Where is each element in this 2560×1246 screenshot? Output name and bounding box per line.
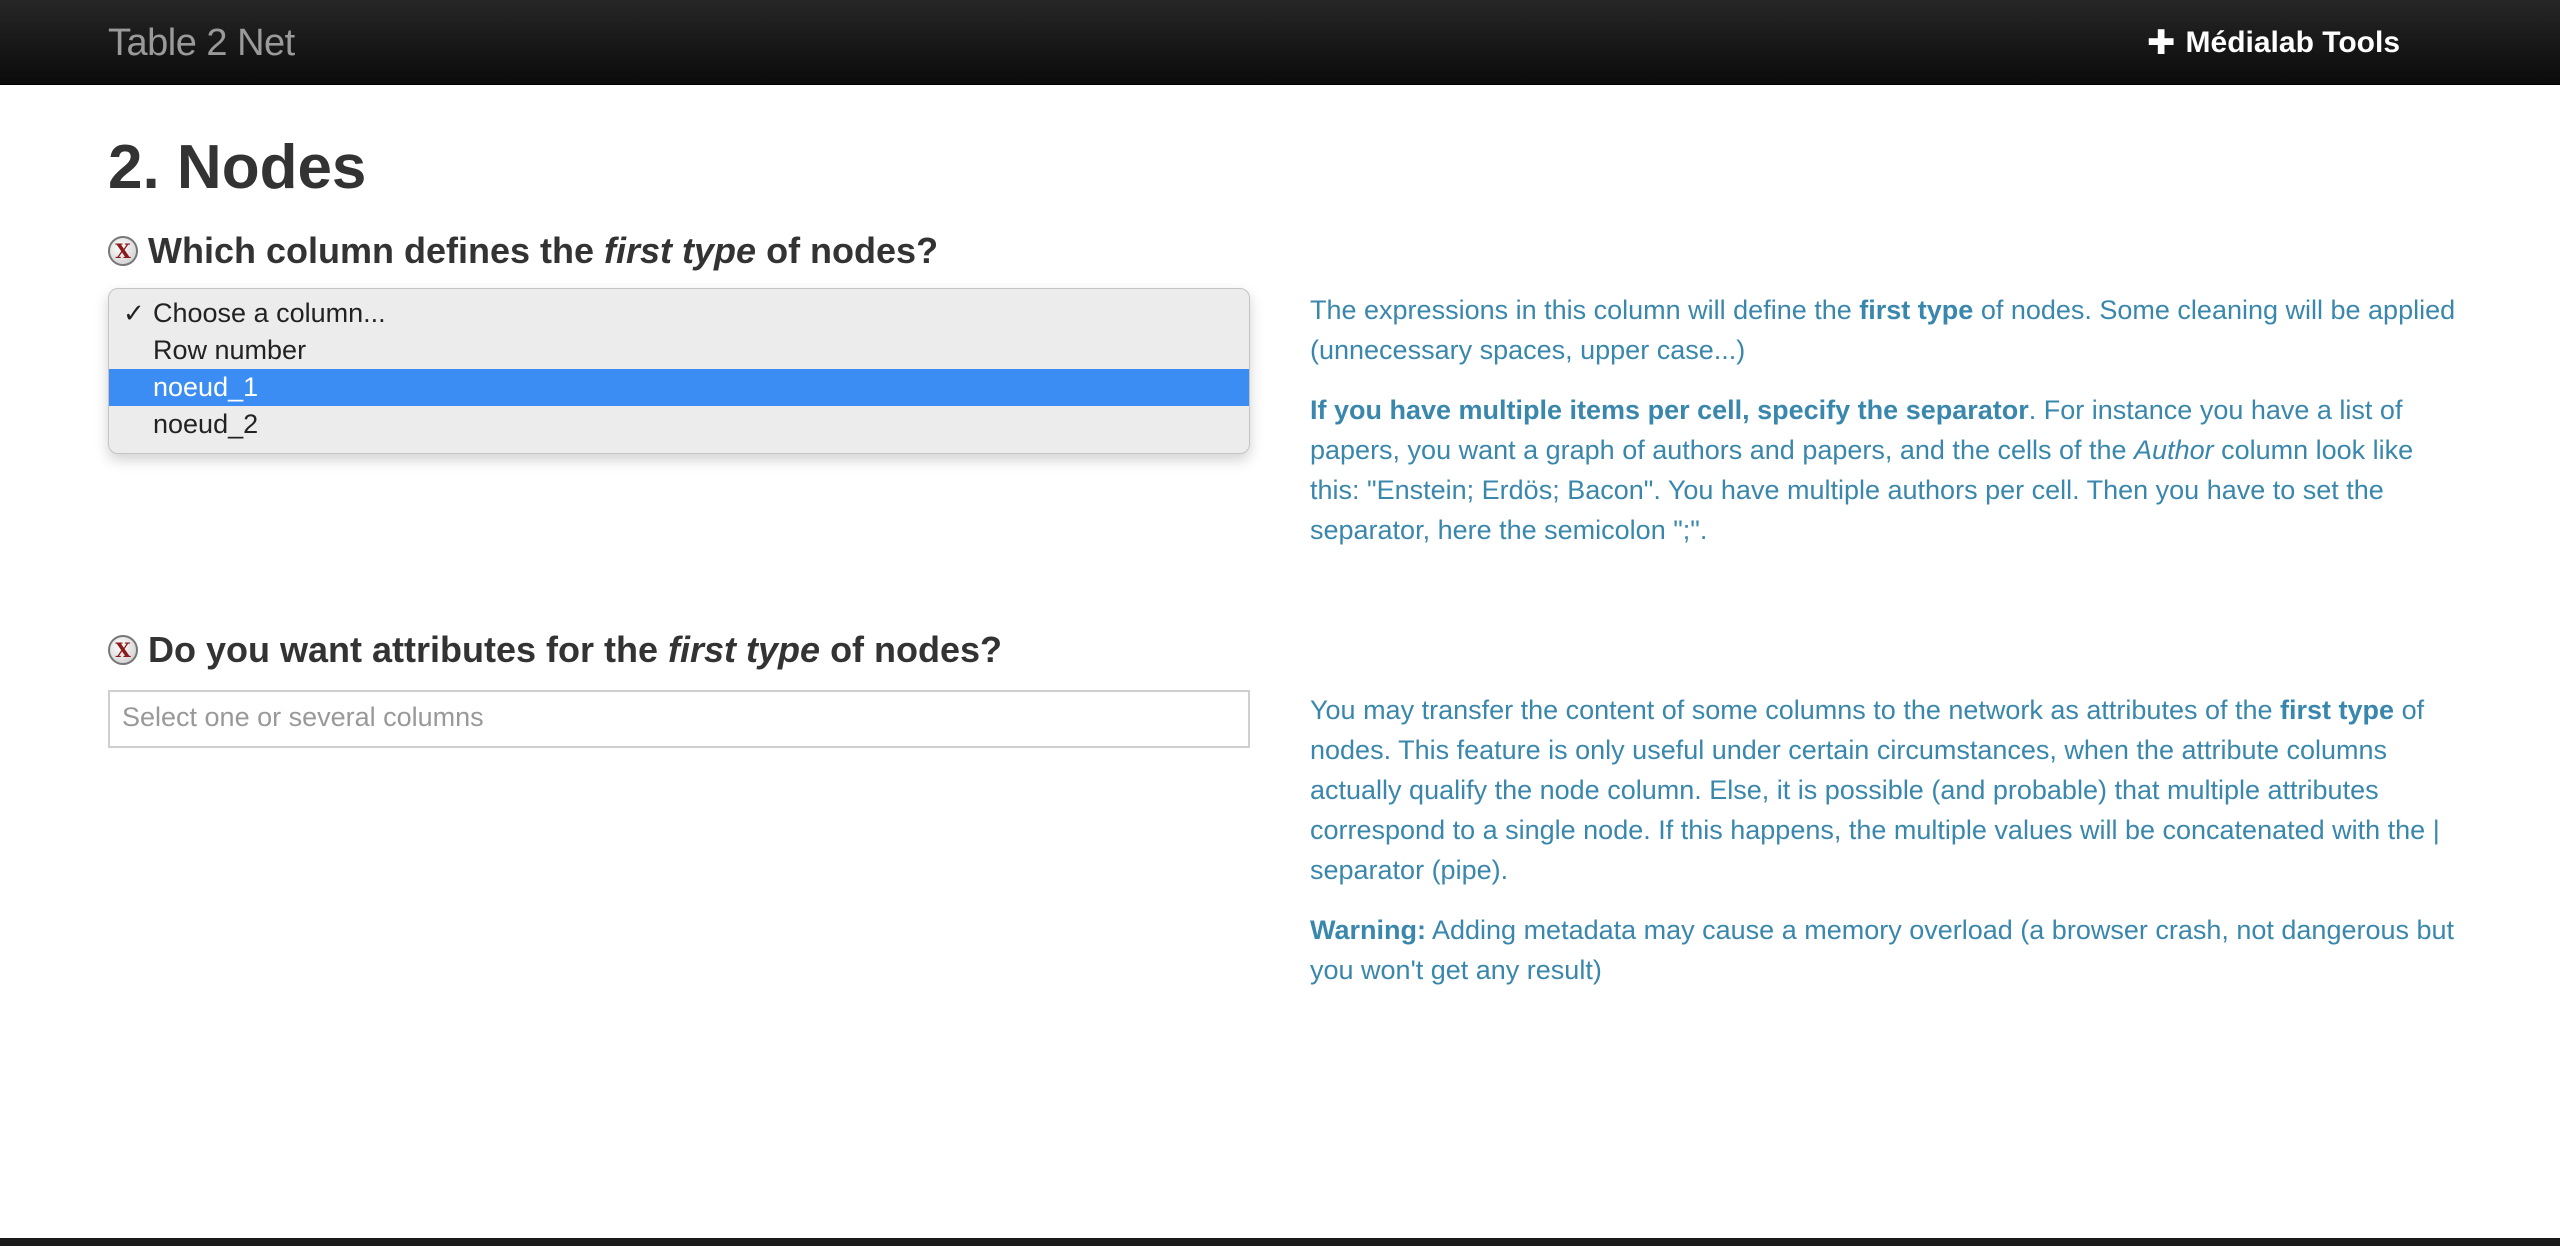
help-paragraph: If you have multiple items per cell, spe… [1310,390,2460,550]
help-span: You may transfer the content of some col… [1310,695,2281,725]
option-label: Row number [153,335,307,365]
option-label: noeud_1 [153,372,259,402]
help-paragraph: Warning: Adding metadata may cause a mem… [1310,910,2460,990]
attributes-search-input[interactable] [110,692,1222,742]
help-em: Author [2134,435,2214,465]
column-select-dropdown[interactable]: ✓ Choose a column... Row number noeud_1 … [108,288,1250,454]
option-noeud-1[interactable]: noeud_1 [109,369,1249,406]
page-title: 2. Nodes [108,133,367,202]
help-strong: first type [2280,695,2395,725]
option-label: Choose a column... [153,298,386,328]
help-text-attributes: You may transfer the content of some col… [1310,690,2460,1010]
question-suffix: of nodes? [820,629,1003,670]
question-first-type-attributes: X Do you want attributes for the first t… [108,629,1002,671]
top-navbar: Table 2 Net ✚ Médialab Tools [0,0,2560,85]
question-suffix: of nodes? [756,230,939,271]
medialab-tools-label: Médialab Tools [2185,26,2400,59]
app-brand[interactable]: Table 2 Net [108,22,295,65]
help-text-first-type: The expressions in this column will defi… [1310,290,2460,570]
window-bottom-edge [0,1238,2560,1246]
question-text: Which column defines the first type of n… [148,230,938,272]
option-choose-column[interactable]: ✓ Choose a column... [109,295,1249,332]
question-prefix: Which column defines the [148,230,605,271]
option-row-number[interactable]: Row number [109,332,1249,369]
question-prefix: Do you want attributes for the [148,629,669,670]
question-text: Do you want attributes for the first typ… [148,629,1002,671]
x-icon: X [108,236,138,266]
help-paragraph: The expressions in this column will defi… [1310,290,2460,370]
help-strong: Warning: [1310,915,1426,945]
help-strong: If you have multiple items per cell, spe… [1310,395,2029,425]
option-noeud-2[interactable]: noeud_2 [109,406,1249,443]
question-emphasis: first type [668,629,821,670]
checkmark-icon: ✓ [123,298,145,328]
help-strong: first type [1859,295,1974,325]
plus-icon: ✚ [2147,24,2176,62]
help-span: The expressions in this column will defi… [1310,295,1860,325]
question-emphasis: first type [604,230,757,271]
help-span: Adding metadata may cause a memory overl… [1310,915,2455,985]
help-paragraph: You may transfer the content of some col… [1310,690,2460,890]
option-label: noeud_2 [153,409,259,439]
question-first-type-column: X Which column defines the first type of… [108,230,938,272]
attributes-multiselect[interactable] [108,690,1250,748]
medialab-tools-link[interactable]: ✚ Médialab Tools [2147,26,2400,60]
x-icon: X [108,635,138,665]
